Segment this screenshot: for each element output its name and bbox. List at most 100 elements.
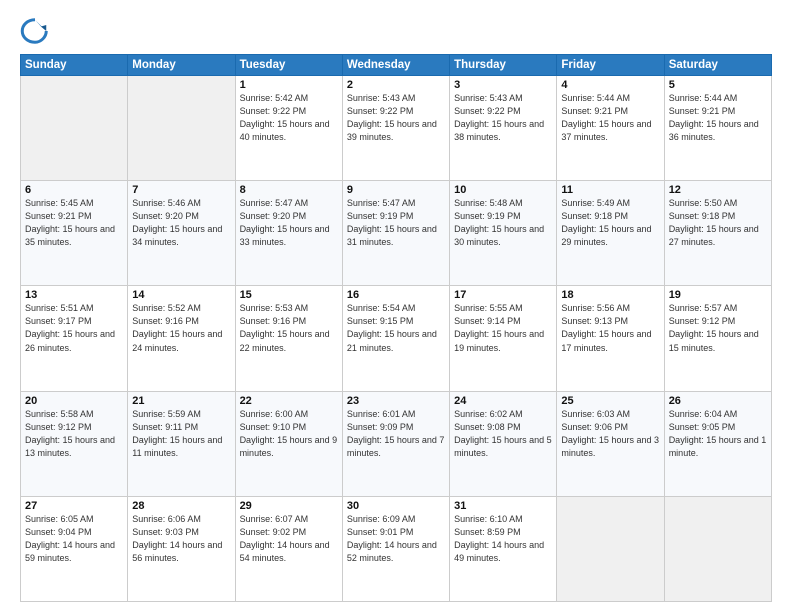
day-number: 4	[561, 79, 659, 91]
day-info: Sunrise: 5:57 AMSunset: 9:12 PMDaylight:…	[669, 302, 767, 354]
day-of-week-header: Monday	[128, 55, 235, 76]
calendar-cell: 12Sunrise: 5:50 AMSunset: 9:18 PMDayligh…	[664, 181, 771, 286]
logo-icon	[20, 16, 50, 46]
day-info: Sunrise: 6:03 AMSunset: 9:06 PMDaylight:…	[561, 408, 659, 460]
day-info: Sunrise: 5:42 AMSunset: 9:22 PMDaylight:…	[240, 92, 338, 144]
day-info: Sunrise: 5:46 AMSunset: 9:20 PMDaylight:…	[132, 197, 230, 249]
day-number: 25	[561, 395, 659, 407]
calendar-cell: 22Sunrise: 6:00 AMSunset: 9:10 PMDayligh…	[235, 391, 342, 496]
day-info: Sunrise: 6:01 AMSunset: 9:09 PMDaylight:…	[347, 408, 445, 460]
calendar: SundayMondayTuesdayWednesdayThursdayFrid…	[20, 54, 772, 602]
day-number: 2	[347, 79, 445, 91]
day-number: 28	[132, 500, 230, 512]
calendar-cell: 26Sunrise: 6:04 AMSunset: 9:05 PMDayligh…	[664, 391, 771, 496]
day-of-week-header: Thursday	[450, 55, 557, 76]
day-number: 3	[454, 79, 552, 91]
calendar-cell: 4Sunrise: 5:44 AMSunset: 9:21 PMDaylight…	[557, 76, 664, 181]
calendar-week-row: 27Sunrise: 6:05 AMSunset: 9:04 PMDayligh…	[21, 496, 772, 601]
day-number: 30	[347, 500, 445, 512]
day-number: 23	[347, 395, 445, 407]
logo	[20, 16, 54, 46]
day-info: Sunrise: 5:47 AMSunset: 9:20 PMDaylight:…	[240, 197, 338, 249]
day-number: 24	[454, 395, 552, 407]
day-info: Sunrise: 5:48 AMSunset: 9:19 PMDaylight:…	[454, 197, 552, 249]
calendar-cell: 29Sunrise: 6:07 AMSunset: 9:02 PMDayligh…	[235, 496, 342, 601]
day-info: Sunrise: 5:55 AMSunset: 9:14 PMDaylight:…	[454, 302, 552, 354]
day-info: Sunrise: 5:44 AMSunset: 9:21 PMDaylight:…	[669, 92, 767, 144]
calendar-cell	[128, 76, 235, 181]
day-of-week-header: Tuesday	[235, 55, 342, 76]
calendar-cell: 16Sunrise: 5:54 AMSunset: 9:15 PMDayligh…	[342, 286, 449, 391]
day-number: 9	[347, 184, 445, 196]
calendar-week-row: 13Sunrise: 5:51 AMSunset: 9:17 PMDayligh…	[21, 286, 772, 391]
day-number: 8	[240, 184, 338, 196]
calendar-cell	[664, 496, 771, 601]
calendar-cell	[557, 496, 664, 601]
day-number: 22	[240, 395, 338, 407]
day-info: Sunrise: 5:47 AMSunset: 9:19 PMDaylight:…	[347, 197, 445, 249]
day-info: Sunrise: 6:00 AMSunset: 9:10 PMDaylight:…	[240, 408, 338, 460]
calendar-cell: 20Sunrise: 5:58 AMSunset: 9:12 PMDayligh…	[21, 391, 128, 496]
day-number: 17	[454, 289, 552, 301]
day-number: 10	[454, 184, 552, 196]
day-info: Sunrise: 6:07 AMSunset: 9:02 PMDaylight:…	[240, 513, 338, 565]
day-number: 7	[132, 184, 230, 196]
calendar-cell: 10Sunrise: 5:48 AMSunset: 9:19 PMDayligh…	[450, 181, 557, 286]
day-info: Sunrise: 5:44 AMSunset: 9:21 PMDaylight:…	[561, 92, 659, 144]
day-number: 6	[25, 184, 123, 196]
day-info: Sunrise: 5:58 AMSunset: 9:12 PMDaylight:…	[25, 408, 123, 460]
calendar-cell: 1Sunrise: 5:42 AMSunset: 9:22 PMDaylight…	[235, 76, 342, 181]
calendar-cell: 13Sunrise: 5:51 AMSunset: 9:17 PMDayligh…	[21, 286, 128, 391]
day-of-week-header: Friday	[557, 55, 664, 76]
day-number: 26	[669, 395, 767, 407]
day-number: 12	[669, 184, 767, 196]
day-info: Sunrise: 5:53 AMSunset: 9:16 PMDaylight:…	[240, 302, 338, 354]
calendar-cell: 6Sunrise: 5:45 AMSunset: 9:21 PMDaylight…	[21, 181, 128, 286]
calendar-cell: 7Sunrise: 5:46 AMSunset: 9:20 PMDaylight…	[128, 181, 235, 286]
day-number: 21	[132, 395, 230, 407]
day-info: Sunrise: 5:50 AMSunset: 9:18 PMDaylight:…	[669, 197, 767, 249]
calendar-cell: 11Sunrise: 5:49 AMSunset: 9:18 PMDayligh…	[557, 181, 664, 286]
calendar-cell: 5Sunrise: 5:44 AMSunset: 9:21 PMDaylight…	[664, 76, 771, 181]
calendar-cell: 15Sunrise: 5:53 AMSunset: 9:16 PMDayligh…	[235, 286, 342, 391]
day-info: Sunrise: 5:43 AMSunset: 9:22 PMDaylight:…	[454, 92, 552, 144]
day-info: Sunrise: 6:05 AMSunset: 9:04 PMDaylight:…	[25, 513, 123, 565]
day-number: 20	[25, 395, 123, 407]
calendar-cell: 14Sunrise: 5:52 AMSunset: 9:16 PMDayligh…	[128, 286, 235, 391]
calendar-cell: 24Sunrise: 6:02 AMSunset: 9:08 PMDayligh…	[450, 391, 557, 496]
day-info: Sunrise: 5:49 AMSunset: 9:18 PMDaylight:…	[561, 197, 659, 249]
calendar-cell: 21Sunrise: 5:59 AMSunset: 9:11 PMDayligh…	[128, 391, 235, 496]
day-info: Sunrise: 6:06 AMSunset: 9:03 PMDaylight:…	[132, 513, 230, 565]
calendar-cell: 28Sunrise: 6:06 AMSunset: 9:03 PMDayligh…	[128, 496, 235, 601]
calendar-cell: 19Sunrise: 5:57 AMSunset: 9:12 PMDayligh…	[664, 286, 771, 391]
header	[20, 16, 772, 46]
day-info: Sunrise: 5:45 AMSunset: 9:21 PMDaylight:…	[25, 197, 123, 249]
calendar-week-row: 20Sunrise: 5:58 AMSunset: 9:12 PMDayligh…	[21, 391, 772, 496]
calendar-cell: 3Sunrise: 5:43 AMSunset: 9:22 PMDaylight…	[450, 76, 557, 181]
day-of-week-header: Wednesday	[342, 55, 449, 76]
calendar-cell: 23Sunrise: 6:01 AMSunset: 9:09 PMDayligh…	[342, 391, 449, 496]
day-info: Sunrise: 5:59 AMSunset: 9:11 PMDaylight:…	[132, 408, 230, 460]
day-number: 13	[25, 289, 123, 301]
day-number: 15	[240, 289, 338, 301]
day-number: 29	[240, 500, 338, 512]
day-number: 16	[347, 289, 445, 301]
day-info: Sunrise: 6:09 AMSunset: 9:01 PMDaylight:…	[347, 513, 445, 565]
day-number: 27	[25, 500, 123, 512]
calendar-cell: 17Sunrise: 5:55 AMSunset: 9:14 PMDayligh…	[450, 286, 557, 391]
day-of-week-header: Saturday	[664, 55, 771, 76]
day-number: 11	[561, 184, 659, 196]
calendar-week-row: 1Sunrise: 5:42 AMSunset: 9:22 PMDaylight…	[21, 76, 772, 181]
day-info: Sunrise: 5:43 AMSunset: 9:22 PMDaylight:…	[347, 92, 445, 144]
page: SundayMondayTuesdayWednesdayThursdayFrid…	[0, 0, 792, 612]
day-info: Sunrise: 6:10 AMSunset: 8:59 PMDaylight:…	[454, 513, 552, 565]
day-info: Sunrise: 5:54 AMSunset: 9:15 PMDaylight:…	[347, 302, 445, 354]
calendar-cell: 27Sunrise: 6:05 AMSunset: 9:04 PMDayligh…	[21, 496, 128, 601]
day-info: Sunrise: 6:04 AMSunset: 9:05 PMDaylight:…	[669, 408, 767, 460]
day-of-week-header: Sunday	[21, 55, 128, 76]
calendar-cell: 30Sunrise: 6:09 AMSunset: 9:01 PMDayligh…	[342, 496, 449, 601]
day-info: Sunrise: 5:56 AMSunset: 9:13 PMDaylight:…	[561, 302, 659, 354]
calendar-cell	[21, 76, 128, 181]
day-number: 14	[132, 289, 230, 301]
calendar-cell: 31Sunrise: 6:10 AMSunset: 8:59 PMDayligh…	[450, 496, 557, 601]
